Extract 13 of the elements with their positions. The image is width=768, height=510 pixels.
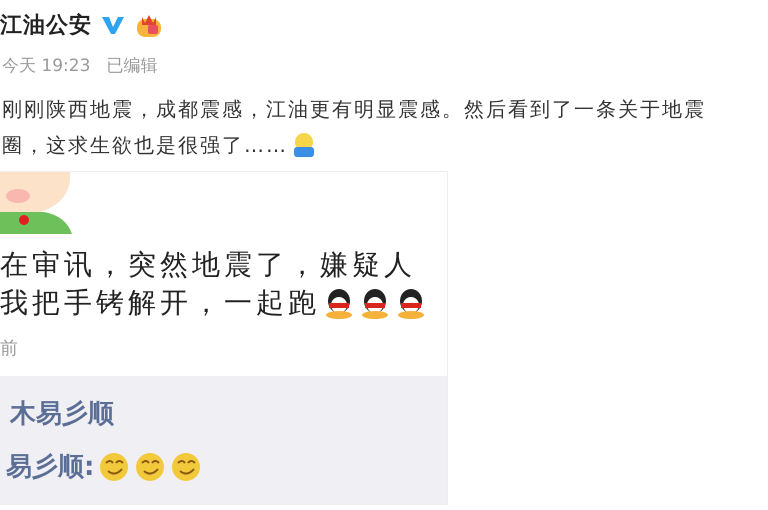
post-text: 圈，这求生欲也是很强了…… [2,132,288,158]
author-name[interactable]: 江油公安 [0,10,92,40]
post-time: 今天 19:23 [2,55,90,77]
repost-text: 我把手铐解开，一起跑 [0,285,320,321]
edited-label: 已编辑 [106,55,158,77]
commenter-name[interactable]: 木易彡顺 [10,396,114,431]
repost-time: 前 [0,337,19,361]
comment-author[interactable]: 易彡顺: [6,449,94,484]
smirk-emoji-icon [134,450,166,482]
smirk-emoji-icon [170,450,202,482]
post-text: 刚刚陕西地震，成都震感，江油更有明显震感。然后看到了一条关于地震 [2,96,706,122]
repost-text: 在审讯，突然地震了，嫌疑人 [0,247,416,283]
smirk-emoji-icon [98,450,130,482]
